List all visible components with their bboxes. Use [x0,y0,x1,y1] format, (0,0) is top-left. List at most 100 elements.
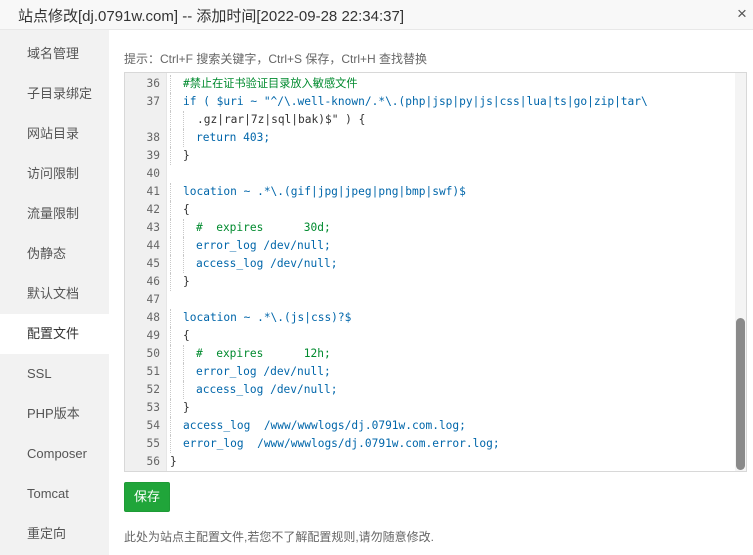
code-text: { [183,329,190,342]
window-title: 站点修改[dj.0791w.com] -- 添加时间[2022-09-28 22… [18,8,405,25]
line-number: 51 [146,365,160,378]
line-number: 53 [146,401,160,414]
code-text: access_log /dev/null; [196,257,338,270]
indent-guide [183,129,184,147]
indent-guide [170,183,171,201]
line-number: 46 [146,275,160,288]
code-text: } [183,149,190,162]
code-line[interactable]: 46} [125,273,735,291]
line-number: 38 [146,131,160,144]
config-code-editor[interactable]: 36 #禁止在证书验证目录放入敏感文件 37 if ( $uri ~ "^/\.wel… [124,72,747,472]
line-number: 41 [146,185,160,198]
indent-guide [170,201,171,219]
sidebar-item-composer[interactable]: Composer [0,434,109,474]
code-line[interactable]: 55 error_log /www/wwwlogs/dj.0791w.com.er… [125,435,735,453]
indent-guide [183,345,184,363]
indent-guide [170,363,171,381]
indent-guide [170,129,171,147]
line-number: 45 [146,257,160,270]
code-text: } [183,275,190,288]
indent-guide [170,273,171,291]
indent-guide [170,93,171,111]
indent-guide [170,219,171,237]
sidebar-item-subdirectory[interactable]: 子目录绑定 [0,74,109,114]
indent-guide [170,417,171,435]
line-number: 42 [146,203,160,216]
code-line[interactable]: 48 location ~ .*\.(js|css)?$ [125,309,735,327]
code-line[interactable]: 44 error_log /dev/null; [125,237,735,255]
code-lines[interactable]: 36 #禁止在证书验证目录放入敏感文件 37 if ( $uri ~ "^/\.wel… [125,75,735,471]
sidebar-item-tomcat[interactable]: Tomcat [0,474,109,514]
sidebar-item-access-limit[interactable]: 访问限制 [0,154,109,194]
sidebar-item-site-directory[interactable]: 网站目录 [0,114,109,154]
line-number: 50 [146,347,160,360]
sidebar-item-domain[interactable]: 域名管理 [0,34,109,74]
code-line[interactable]: 45 access_log /dev/null; [125,255,735,273]
code-line[interactable]: 39} [125,147,735,165]
indent-guide [183,237,184,255]
sidebar: 域名管理 子目录绑定 网站目录 访问限制 流量限制 伪静态 默认文档 配置文件 … [0,30,109,555]
line-number: 52 [146,383,160,396]
line-number: 43 [146,221,160,234]
line-number: 37 [146,95,160,108]
sidebar-item-config-file[interactable]: 配置文件 [0,314,109,354]
sidebar-item-ssl[interactable]: SSL [0,354,109,394]
code-text: location ~ .*\.(gif|jpg|jpeg|png|bmp|swf… [183,185,466,198]
code-line[interactable]: 56} [125,453,735,471]
code-text: return 403; [196,131,271,144]
code-line[interactable]: 36 #禁止在证书验证目录放入敏感文件 [125,75,735,93]
code-line[interactable]: 49 { [125,327,735,345]
scrollbar-thumb[interactable] [736,318,745,470]
line-number: 48 [146,311,160,324]
code-line[interactable]: 54 access_log /www/wwwlogs/dj.0791w.com.l… [125,417,735,435]
code-line[interactable]: 38 return 403; [125,129,735,147]
sidebar-item-rewrite[interactable]: 伪静态 [0,234,109,274]
footer-note: 此处为站点主配置文件,若您不了解配置规则,请勿随意修改. [124,530,435,544]
code-text: # expires 12h; [196,347,331,360]
sidebar-item-default-document[interactable]: 默认文档 [0,274,109,314]
code-text: access_log /dev/null; [196,383,338,396]
line-number: 55 [146,437,160,450]
sidebar-item-redirect[interactable]: 重定向 [0,514,109,554]
code-line[interactable]: 47 [125,291,735,309]
code-line[interactable]: 41 location ~ .*\.(gif|jpg|jpeg|png|bmp|s… [125,183,735,201]
code-line[interactable]: 50 # expires 12h; [125,345,735,363]
line-number: 40 [146,167,160,180]
code-line[interactable]: 43 # expires 30d; [125,219,735,237]
code-line[interactable]: 51 error_log /dev/null; [125,363,735,381]
window-titlebar: 站点修改[dj.0791w.com] -- 添加时间[2022-09-28 22… [0,0,753,30]
code-text: access_log /www/wwwlogs/dj.0791w.com.log… [183,419,466,432]
indent-guide [183,255,184,273]
line-number: 36 [146,77,160,90]
save-button[interactable]: 保存 [124,482,170,512]
code-line[interactable]: 42 { [125,201,735,219]
sidebar-item-php-version[interactable]: PHP版本 [0,394,109,434]
indent-guide [170,255,171,273]
code-text: { [183,203,190,216]
code-line[interactable]: .gz|rar|7z|sql|bak)$" ) { [125,111,735,129]
indent-guide [170,327,171,345]
line-number: 56 [146,455,160,468]
indent-guide [170,75,171,93]
line-number: 39 [146,149,160,162]
line-number: 54 [146,419,160,432]
indent-guide [170,237,171,255]
indent-guide [170,111,171,129]
code-text: } [183,401,190,414]
editor-hint: 提示：Ctrl+F 搜索关键字，Ctrl+S 保存，Ctrl+H 查找替换 [124,52,428,66]
indent-guide [170,309,171,327]
code-line[interactable]: 37 if ( $uri ~ "^/\.well-known/.*\.(php|j… [125,93,735,111]
code-text: .gz|rar|7z|sql|bak)$" ) { [197,113,366,126]
sidebar-item-traffic-limit[interactable]: 流量限制 [0,194,109,234]
indent-guide [170,345,171,363]
indent-guide [170,147,171,165]
code-line[interactable]: 52 access_log /dev/null; [125,381,735,399]
close-icon[interactable]: × [733,4,751,24]
code-line[interactable]: 40 [125,165,735,183]
code-text: error_log /www/wwwlogs/dj.0791w.com.erro… [183,437,500,450]
code-text: error_log /dev/null; [196,239,331,252]
code-line[interactable]: 53} [125,399,735,417]
editor-scrollbar[interactable] [735,73,746,471]
code-text: } [170,455,177,468]
code-text: if ( $uri ~ "^/\.well-known/.*\.(php|jsp… [183,95,648,108]
